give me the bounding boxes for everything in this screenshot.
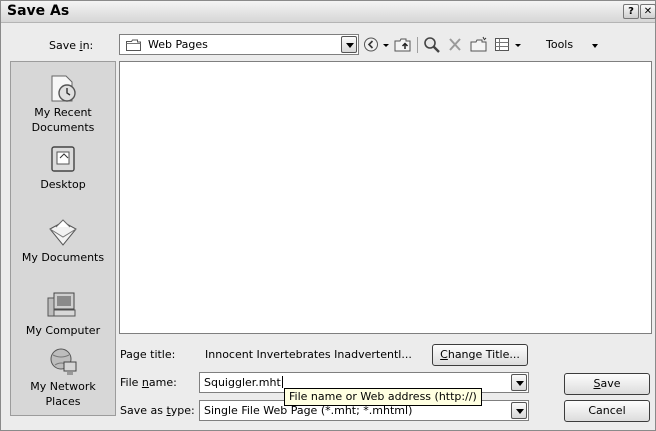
page-title-value: Innocent Invertebrates Inadvertentl... (205, 348, 412, 361)
chevron-down-icon[interactable] (511, 402, 527, 419)
place-my-documents[interactable]: My Documents (11, 217, 115, 264)
save-in-dropdown[interactable]: Web Pages (119, 34, 359, 55)
close-button[interactable]: ✕ (640, 4, 656, 19)
save-in-value: Web Pages (148, 38, 208, 51)
chevron-down-icon[interactable] (341, 36, 357, 53)
toolbar: Tools (363, 34, 603, 55)
title-bar: Save As ? ✕ (1, 1, 656, 23)
tools-menu[interactable]: Tools (546, 38, 573, 51)
my-network-icon (50, 348, 77, 375)
file-name-label: File name: (120, 376, 177, 389)
folder-icon (126, 39, 141, 51)
up-folder-icon[interactable] (394, 36, 412, 53)
back-dropdown-icon[interactable] (382, 36, 390, 53)
views-dropdown-icon[interactable] (514, 36, 522, 53)
save-as-type-label: Save as type: (120, 404, 195, 417)
tools-dropdown-icon[interactable] (592, 44, 598, 48)
back-icon[interactable] (363, 36, 379, 53)
search-web-icon[interactable] (423, 36, 441, 53)
save-as-dialog: Save As ? ✕ Save in: Web Pages Tools My … (0, 0, 656, 431)
desktop-icon (51, 146, 75, 172)
place-my-network-places[interactable]: My Network Places (11, 346, 115, 408)
change-title-button[interactable]: Change Title... (432, 344, 528, 366)
places-bar: My Recent Documents Desktop My Documents (10, 61, 116, 416)
page-title-label: Page title: (120, 348, 176, 361)
views-icon[interactable] (494, 36, 512, 53)
window-title: Save As (7, 3, 70, 19)
my-documents-icon (49, 219, 77, 246)
place-my-recent-documents[interactable]: My Recent Documents (11, 72, 115, 134)
save-button[interactable]: Save (564, 373, 650, 395)
file-list[interactable] (119, 61, 652, 334)
save-in-label: Save in: (49, 39, 94, 52)
my-computer-icon (47, 292, 76, 317)
delete-icon[interactable] (447, 36, 463, 53)
toolbar-separator (417, 37, 418, 53)
place-desktop[interactable]: Desktop (11, 144, 115, 191)
help-button[interactable]: ? (623, 4, 639, 19)
text-caret (281, 376, 283, 388)
new-folder-icon[interactable] (470, 36, 488, 53)
recent-documents-icon (51, 75, 76, 102)
file-name-tooltip: File name or Web address (http://) (284, 388, 482, 406)
file-name-value: Squiggler.mht (204, 376, 281, 389)
place-my-computer[interactable]: My Computer (11, 290, 115, 337)
cancel-button[interactable]: Cancel (564, 400, 650, 422)
file-name-dropdown-icon[interactable] (511, 374, 527, 391)
